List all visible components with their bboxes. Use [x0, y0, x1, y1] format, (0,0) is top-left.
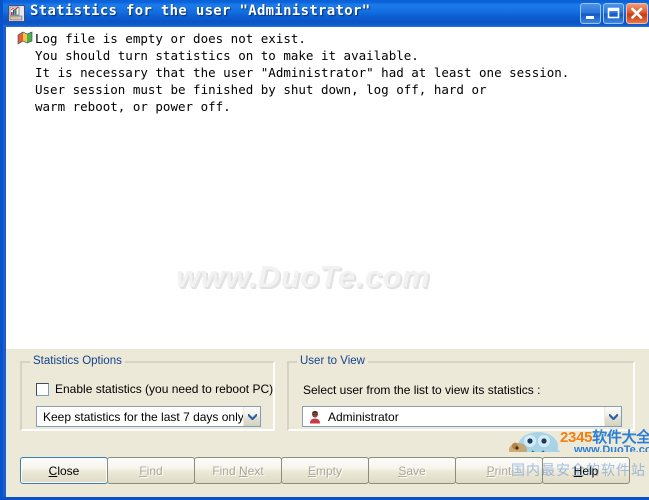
- statistics-app-icon: [8, 5, 25, 22]
- close-window-button[interactable]: [626, 3, 648, 24]
- find-button-label: Find: [139, 463, 163, 478]
- minimize-button[interactable]: [580, 3, 601, 24]
- select-user-prompt: Select user from the list to view its st…: [303, 383, 541, 397]
- dialog-button-bar: Close Find Find Next Empty Save Print Help: [6, 452, 649, 497]
- retention-combo-value: Keep statistics for the last 7 days only: [43, 409, 243, 424]
- save-button-label: Save: [398, 463, 426, 478]
- print-button-label: Print: [486, 463, 512, 478]
- maximize-button[interactable]: [603, 3, 624, 24]
- window-title: Statistics for the user "Administrator": [30, 3, 371, 19]
- info-message-icon: [17, 31, 33, 46]
- statistics-options-group: Statistics Options Enable statistics (yo…: [20, 355, 275, 431]
- user-icon: [308, 410, 322, 424]
- enable-statistics-label: Enable statistics (you need to reboot PC…: [55, 382, 274, 396]
- user-to-view-group-title: User to View: [297, 355, 368, 367]
- close-button[interactable]: Close: [20, 457, 108, 484]
- empty-button-label: Empty: [307, 463, 343, 478]
- find-button: Find: [107, 457, 195, 484]
- user-select-combo[interactable]: Administrator: [302, 406, 622, 427]
- find-next-button-label: Find Next: [212, 463, 264, 478]
- empty-button: Empty: [281, 457, 369, 484]
- statistics-options-group-title: Statistics Options: [30, 355, 125, 367]
- help-button-label: Help: [573, 463, 599, 478]
- chevron-down-icon[interactable]: [604, 407, 621, 426]
- help-button[interactable]: Help: [542, 457, 630, 484]
- checkbox-box[interactable]: [36, 382, 49, 396]
- enable-statistics-checkbox[interactable]: Enable statistics (you need to reboot PC…: [36, 382, 273, 396]
- log-message-text: Log file is empty or does not exist. You…: [35, 31, 570, 114]
- log-content-area[interactable]: Log file is empty or does not exist. You…: [6, 27, 649, 349]
- retention-combo[interactable]: Keep statistics for the last 7 days only: [36, 406, 261, 427]
- chevron-down-icon[interactable]: [243, 407, 260, 426]
- print-button: Print: [455, 457, 543, 484]
- application-window: Statistics for the user "Administrator": [0, 0, 649, 500]
- close-button-label: Close: [48, 463, 80, 478]
- save-button: Save: [368, 457, 456, 484]
- user-to-view-group: User to View Select user from the list t…: [287, 355, 635, 431]
- user-select-combo-value: Administrator: [328, 409, 399, 424]
- find-next-button: Find Next: [194, 457, 282, 484]
- title-bar[interactable]: Statistics for the user "Administrator": [3, 0, 649, 27]
- site-watermark: www.DuoTe.com: [176, 259, 430, 294]
